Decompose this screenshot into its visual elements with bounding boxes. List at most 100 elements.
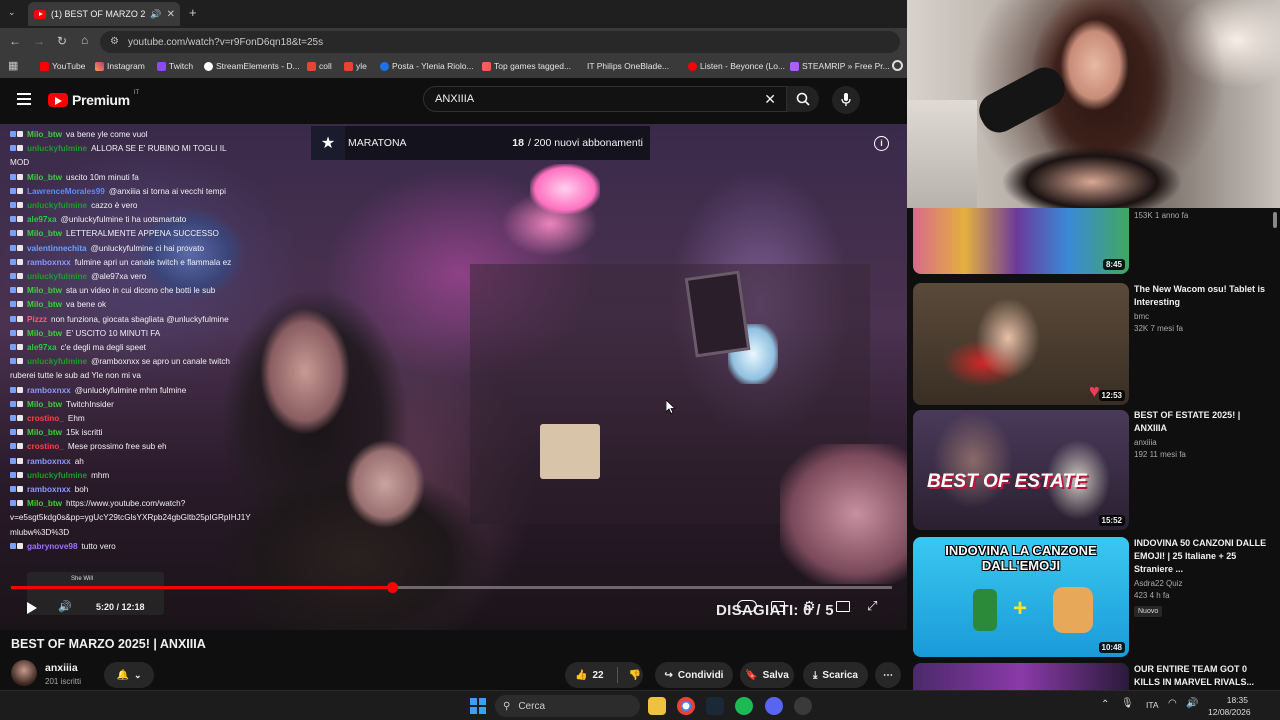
spotify-icon[interactable] (735, 697, 753, 715)
file-explorer-icon[interactable] (648, 697, 666, 715)
play-button[interactable] (26, 601, 38, 614)
youtube-icon (40, 61, 49, 71)
chat-badge-icon (10, 131, 16, 137)
chat-badge-icon (17, 471, 23, 478)
chat-username: unluckyfulmine (27, 470, 88, 480)
video-meta[interactable]: OUR ENTIRE TEAM GOT 0 KILLS IN MARVEL RI… (1134, 663, 1274, 689)
bookmark-streamelements[interactable]: StreamElements - D... (204, 61, 300, 71)
browser-tab[interactable]: (1) BEST OF MARZO 2025! | ANXIIIA 🔊 ✕ (28, 2, 180, 26)
site-info-icon[interactable]: ⚙ (110, 36, 119, 47)
goal-label: MARATONA (348, 137, 407, 149)
share-button[interactable]: ↪ Condividi (655, 662, 733, 688)
apps-grid-icon[interactable]: ▦ (8, 59, 18, 72)
chat-badge-icon (10, 230, 16, 237)
settings-icon[interactable]: ⚙ (803, 598, 816, 615)
language-indicator[interactable]: ITA (1146, 700, 1159, 710)
clock[interactable]: 18:35 12/08/2026 (1208, 694, 1251, 718)
scrollbar-thumb[interactable] (1273, 212, 1277, 228)
url-field[interactable]: ⚙ youtube.com/watch?v=r9FonD6qn18&t=25s (100, 31, 900, 53)
chrome-icon[interactable] (892, 60, 903, 71)
clock-date: 12/08/2026 (1208, 707, 1251, 717)
chat-text: c'e degli ma degli speet (60, 343, 146, 353)
bookmark-coll[interactable]: coll (307, 61, 332, 71)
like-count: 22 (592, 669, 604, 681)
wifi-icon[interactable]: ◠ (1168, 698, 1177, 709)
chat-badge-icon (17, 500, 23, 507)
fullscreen-icon[interactable]: ⤢ (867, 598, 877, 614)
bookmark-instagram[interactable]: Instagram (95, 61, 145, 71)
chat-overlay: Milo_btw va bene yle come vuol unluckyfulm… (10, 128, 310, 554)
new-tab-icon[interactable]: + (189, 5, 197, 20)
tray-chevron-icon[interactable]: ⌃ (1101, 699, 1109, 710)
duration-badge: 8:45 (1102, 259, 1125, 270)
reload-icon[interactable]: ↻ (57, 34, 67, 48)
chat-badge-icon (17, 273, 23, 280)
chat-message: crostino_ Ehm (10, 412, 310, 426)
bookmark-steamrip[interactable]: STEAMRIP » Free Pr... (790, 61, 890, 71)
autoplay-toggle[interactable] (737, 600, 757, 612)
bookmark-philips[interactable]: IT Philips OneBlade... (587, 61, 669, 71)
voice-search-button[interactable] (832, 86, 860, 114)
start-icon[interactable] (469, 697, 487, 715)
hands-shape (330, 424, 440, 544)
video-title: BEST OF ESTATE 2025! | ANXIIIA (1134, 410, 1241, 433)
youtube-premium-logo[interactable]: Premium IT (48, 90, 139, 108)
like-button[interactable]: 👍 22 (575, 670, 604, 681)
channel-avatar[interactable] (11, 660, 37, 686)
video-thumbnail[interactable] (913, 663, 1129, 690)
chat-badge-icon (17, 329, 23, 336)
info-icon[interactable]: i (874, 136, 889, 151)
video-meta[interactable]: INDOVINA 50 CANZONI DALLE EMOJI! | 25 It… (1134, 537, 1274, 618)
app-icon[interactable] (794, 697, 812, 715)
progress-bar[interactable] (11, 582, 892, 593)
box-shape (540, 424, 600, 479)
save-button[interactable]: 🔖 Salva (740, 662, 794, 688)
subtitles-icon[interactable] (771, 601, 785, 612)
tab-audio-icon[interactable]: 🔊 (150, 9, 161, 20)
bookmark-posta[interactable]: Posta - Ylenia Riolo... (380, 61, 474, 71)
chrome-icon[interactable] (677, 697, 695, 715)
menu-icon[interactable] (17, 93, 31, 105)
channel-name[interactable]: anxiiia (45, 662, 78, 674)
search-button[interactable] (787, 86, 819, 112)
subscribe-bell-button[interactable]: 🔔 ⌄ (104, 662, 154, 688)
youtube-header: Premium IT ANXIIIA ✕ (0, 78, 907, 124)
video-meta[interactable]: The New Wacom osu! Tablet is Interesting… (1134, 283, 1274, 333)
video-thumbnail[interactable]: INDOVINA LA CANZONE DALL'EMOJI + 10:48 (913, 537, 1129, 657)
discord-icon[interactable] (765, 697, 783, 715)
taskbar-search-label: Cerca (518, 700, 546, 712)
back-icon[interactable]: ← (9, 34, 21, 48)
clear-search-icon[interactable]: ✕ (764, 91, 776, 108)
video-thumbnail[interactable]: BEST OF ESTATE 15:52 (913, 410, 1129, 530)
video-thumbnail[interactable]: ♥ 12:53 (913, 283, 1129, 405)
chat-text: v=e5sgt5kdg0s&pp=ygUcY29tcGlsYXRpb24gbGl… (10, 513, 251, 523)
bookmark-listen[interactable]: Listen - Beyonce (Lo... (688, 61, 785, 71)
chat-username: Milo_btw (27, 499, 63, 509)
home-icon[interactable]: ⌂ (81, 33, 88, 47)
chat-message: unluckyfulmine @ale97xa vero (10, 270, 310, 284)
taskbar-search[interactable]: ⚲ Cerca (495, 695, 640, 717)
bookmark-twitch[interactable]: Twitch (157, 61, 193, 71)
bookmark-youtube[interactable]: YouTube (40, 61, 85, 71)
steam-icon[interactable] (706, 697, 724, 715)
chat-username: Pizzz (27, 314, 48, 324)
tab-list-icon[interactable]: ⌄ (8, 7, 16, 18)
theater-mode-icon[interactable] (836, 601, 850, 612)
microphone-tray-icon[interactable]: 🎙 (1121, 698, 1134, 709)
forward-icon[interactable]: → (33, 34, 45, 48)
tab-close-icon[interactable]: ✕ (167, 9, 175, 20)
volume-icon[interactable]: 🔊 (58, 600, 72, 613)
chat-text: va bene ok (66, 300, 107, 310)
more-actions-button[interactable]: ⋯ (875, 662, 901, 688)
chat-message: ramboxnxx ah (10, 455, 310, 469)
video-player[interactable]: Milo_btw va bene yle come vuol unluckyfulm… (0, 124, 907, 630)
channel-name: bmc (1134, 312, 1150, 321)
search-input[interactable]: ANXIIIA ✕ (423, 86, 787, 112)
volume-tray-icon[interactable]: 🔊 (1186, 698, 1198, 709)
bookmark-top-games[interactable]: Top games tagged... (482, 61, 571, 71)
dislike-button[interactable]: 👎 (629, 670, 641, 681)
bookmark-yle[interactable]: yle (344, 61, 367, 71)
download-button[interactable]: ⤓ Scarica (803, 662, 868, 688)
video-thumbnail[interactable]: 8:45 (913, 208, 1129, 274)
video-meta[interactable]: BEST OF ESTATE 2025! | ANXIIIA anxiiia 1… (1134, 409, 1274, 459)
